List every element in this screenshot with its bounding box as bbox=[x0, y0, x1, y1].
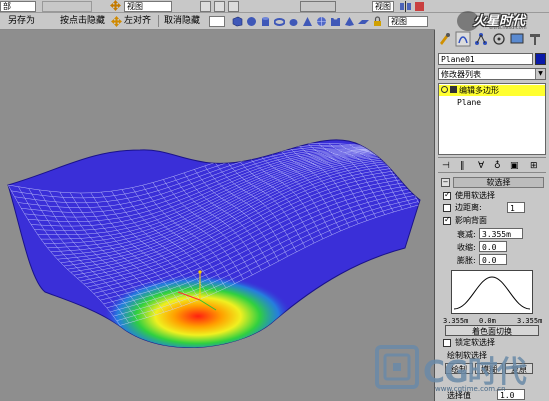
rollout-collapse-icon[interactable]: − bbox=[441, 178, 450, 187]
layer-select[interactable] bbox=[42, 1, 92, 12]
mirror-icon[interactable] bbox=[400, 1, 411, 12]
box-icon[interactable] bbox=[232, 16, 243, 27]
cgtime-url: www.cgtime.com.cn bbox=[435, 385, 506, 393]
reference-coordinate-value: 视图 bbox=[127, 2, 143, 11]
reference-coordinate-select[interactable]: 视图 bbox=[124, 1, 172, 12]
plane-icon[interactable] bbox=[358, 16, 369, 27]
geosphere-icon[interactable] bbox=[316, 16, 327, 27]
move-tool-icon[interactable] bbox=[111, 16, 122, 27]
move-icon[interactable] bbox=[110, 0, 121, 11]
tab-create[interactable] bbox=[437, 31, 453, 47]
bubble-spinner[interactable]: 0.0 bbox=[479, 254, 507, 265]
configure-modifiers-icon[interactable]: ▣ bbox=[510, 161, 519, 171]
stack-item-label: 编辑多边形 bbox=[459, 86, 499, 95]
hide-by-click-button[interactable]: 按点击隐藏 bbox=[60, 14, 105, 28]
pinch-spinner[interactable]: 0.0 bbox=[479, 241, 507, 252]
modifier-stack: 编辑多边形 Plane bbox=[438, 83, 546, 155]
modifier-list-dropdown[interactable]: 修改器列表 ▼ bbox=[438, 68, 546, 80]
tab-utilities[interactable] bbox=[527, 31, 543, 47]
snap-toggle-icon[interactable] bbox=[200, 1, 211, 12]
object-name-value: Plane01 bbox=[441, 55, 475, 64]
falloff-spinner[interactable]: 3.355m bbox=[479, 228, 523, 239]
selection-set-select[interactable]: 部 bbox=[0, 1, 36, 12]
perspective-viewport[interactable] bbox=[0, 30, 435, 401]
sphere-icon[interactable] bbox=[246, 16, 257, 27]
pin-stack-icon[interactable]: ⊣ bbox=[442, 161, 450, 171]
stack-toolbar: ⊣ ‖ ∀ ♁ ▣ ⊞ bbox=[438, 157, 546, 173]
bubble-value: 0.0 bbox=[482, 256, 497, 265]
view-select-value: 视图 bbox=[391, 17, 407, 26]
toolbar-divider bbox=[158, 15, 159, 27]
affect-backfacing-label: 影响背面 bbox=[455, 216, 487, 225]
angle-snap-icon[interactable] bbox=[214, 1, 225, 12]
falloff-curve bbox=[453, 276, 531, 310]
pinch-label: 收缩: bbox=[457, 243, 476, 252]
viewport-select[interactable]: 视图 bbox=[372, 1, 394, 12]
show-end-result-icon[interactable]: ‖ bbox=[460, 161, 465, 171]
align-icon[interactable] bbox=[414, 1, 425, 12]
tab-hierarchy[interactable] bbox=[473, 31, 489, 47]
stack-item-label: Plane bbox=[457, 98, 482, 107]
main-toolbar: 另存为 按点击隐藏 左对齐 取消隐藏 视图 bbox=[0, 13, 435, 30]
edge-distance-checkbox[interactable] bbox=[443, 204, 451, 212]
tube-icon[interactable] bbox=[330, 16, 341, 27]
edge-distance-value: 1 bbox=[510, 204, 515, 213]
falloff-value: 3.355m bbox=[482, 230, 511, 239]
gizmo-pivot bbox=[198, 270, 202, 274]
tab-motion[interactable] bbox=[491, 31, 507, 47]
cylinder-icon[interactable] bbox=[260, 16, 271, 27]
small-select[interactable] bbox=[209, 16, 225, 27]
mesh-render bbox=[7, 139, 421, 348]
percent-snap-icon[interactable] bbox=[228, 1, 239, 12]
affect-backfacing-checkbox[interactable] bbox=[443, 215, 451, 225]
teapot-icon[interactable] bbox=[288, 16, 299, 27]
modifier-list-label: 修改器列表 bbox=[441, 70, 481, 79]
tab-modify[interactable] bbox=[455, 31, 471, 47]
object-color-swatch[interactable] bbox=[535, 53, 546, 65]
stack-item-edit-poly[interactable]: 编辑多边形 bbox=[439, 85, 545, 96]
configure-sets-icon[interactable]: ⊞ bbox=[530, 161, 538, 171]
cone-icon[interactable] bbox=[302, 16, 313, 27]
stack-item-plane[interactable]: Plane bbox=[439, 97, 545, 108]
cgtime-logo-icon bbox=[375, 345, 419, 389]
named-selection-select[interactable] bbox=[300, 1, 336, 12]
bubble-label: 膨胀: bbox=[457, 256, 476, 265]
soft-selection-rollout-title[interactable]: 软选择 bbox=[453, 177, 544, 188]
viewport-select-value: 视图 bbox=[375, 2, 391, 11]
make-unique-icon[interactable]: ∀ bbox=[478, 161, 484, 171]
tab-display[interactable] bbox=[509, 31, 525, 47]
unhide-button[interactable]: 取消隐藏 bbox=[164, 14, 200, 28]
falloff-label: 衰减: bbox=[457, 230, 476, 239]
falloff-curve-graph bbox=[451, 270, 533, 314]
object-name-field[interactable]: Plane01 bbox=[438, 53, 533, 65]
selection-set-value: 部 bbox=[3, 2, 11, 11]
pyramid-icon[interactable] bbox=[344, 16, 355, 27]
chevron-down-icon[interactable]: ▼ bbox=[535, 69, 545, 79]
lock-icon[interactable] bbox=[372, 16, 383, 27]
bulb-icon[interactable] bbox=[441, 86, 448, 93]
edge-distance-spinner[interactable]: 1 bbox=[507, 202, 525, 213]
left-align-button[interactable]: 左对齐 bbox=[124, 14, 151, 28]
pinch-value: 0.0 bbox=[482, 243, 497, 252]
cgtime-watermark: CG时代 www.cgtime.com.cn bbox=[375, 343, 547, 399]
remove-modifier-icon[interactable]: ♁ bbox=[494, 161, 501, 171]
view-select[interactable]: 视图 bbox=[388, 16, 428, 27]
torus-icon[interactable] bbox=[273, 16, 286, 27]
save-as-button[interactable]: 另存为 bbox=[8, 14, 35, 28]
use-soft-selection-checkbox[interactable] bbox=[443, 190, 451, 200]
hxsd-watermark: 火星时代 www.hxsd.com bbox=[457, 11, 547, 31]
use-soft-selection-label: 使用软选择 bbox=[455, 191, 495, 200]
shaded-face-toggle-button[interactable]: 着色面切换 bbox=[445, 325, 539, 336]
collapse-icon[interactable] bbox=[450, 86, 457, 93]
edge-distance-label: 边距离: bbox=[455, 203, 482, 212]
